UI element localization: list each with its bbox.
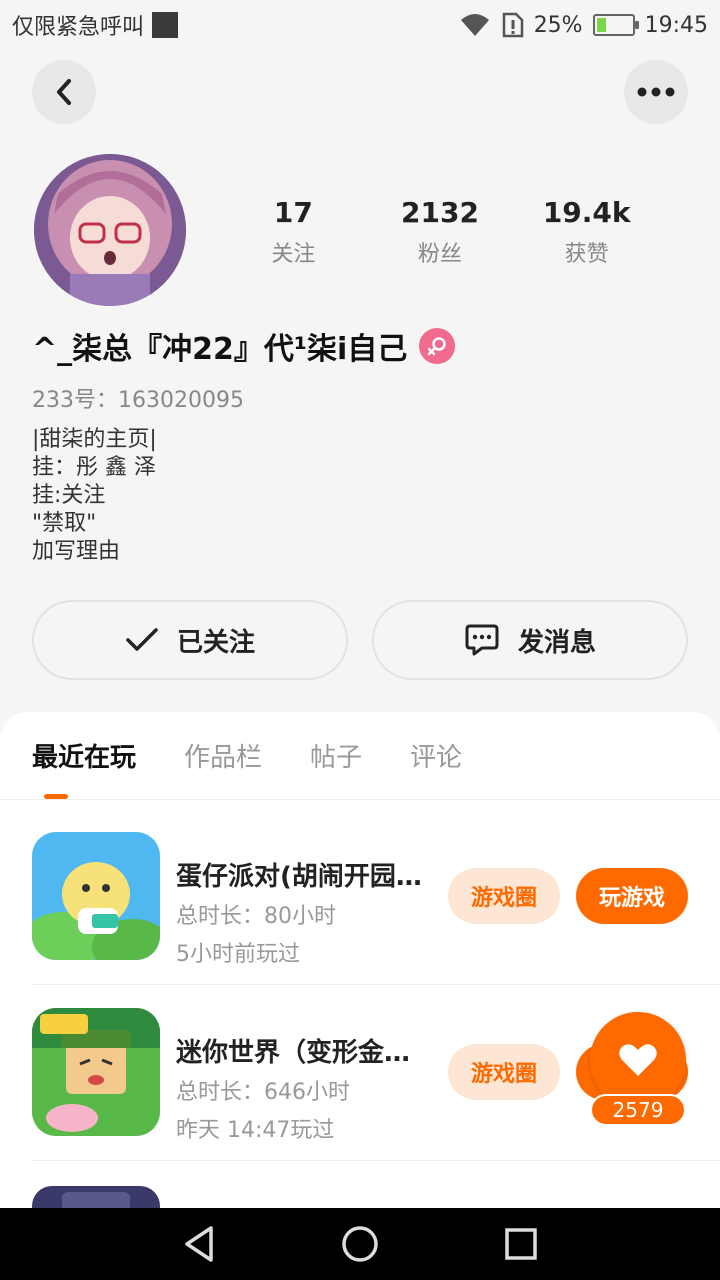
stat-label: 粉丝: [418, 242, 463, 267]
tab-works[interactable]: 作品栏: [184, 712, 262, 800]
row-divider: [32, 1160, 720, 1161]
nav-home-icon[interactable]: [340, 1224, 380, 1264]
send-message-label: 发消息: [517, 627, 596, 658]
wifi-icon: [460, 14, 489, 36]
game-title: 蛋仔派对(胡闹开园…: [176, 862, 422, 892]
female-gender-icon: [419, 328, 456, 364]
back-button[interactable]: [32, 60, 96, 124]
play-game-button[interactable]: 玩游戏: [576, 868, 688, 924]
stat-following[interactable]: 17 关注: [220, 196, 367, 268]
game-circle-button[interactable]: 游戏圈: [448, 1044, 560, 1100]
tab-comments[interactable]: 评论: [410, 712, 462, 800]
bio-line: |甜柒的主页|: [32, 427, 157, 452]
tab-recently-played[interactable]: 最近在玩: [32, 712, 136, 800]
stat-likes[interactable]: 19.4k 获赞: [513, 196, 660, 268]
followed-label: 已关注: [176, 627, 255, 658]
stat-value: 19.4k: [542, 196, 631, 229]
game-icon-eggy-party[interactable]: [32, 832, 160, 960]
tab-label: 作品栏: [184, 743, 263, 773]
game-row[interactable]: 蛋仔派对(胡闹开园… 总时长：80小时 5小时前玩过 游戏圈 玩游戏: [0, 808, 720, 984]
game-icon-mini-world[interactable]: [32, 1008, 160, 1136]
more-button[interactable]: [624, 60, 688, 124]
bio-line: "禁取": [32, 511, 97, 536]
row-divider: [32, 984, 720, 985]
profile-stats: 17 关注 2132 粉丝 19.4k 获赞: [220, 196, 660, 268]
avatar-image: [34, 154, 186, 306]
stat-label: 获赞: [564, 242, 609, 267]
tab-indicator: [44, 794, 68, 799]
chat-bubble-icon: [465, 624, 499, 656]
game-last-played: 昨天 14:47玩过: [176, 1118, 335, 1143]
nav-back-icon[interactable]: [181, 1224, 217, 1264]
battery-icon: [592, 14, 639, 36]
stat-followers[interactable]: 2132 粉丝: [367, 196, 514, 268]
status-right: 25% 19:45: [458, 12, 708, 38]
more-dots-icon: [637, 87, 675, 97]
heart-icon: [619, 1044, 657, 1076]
nav-recents-icon[interactable]: [503, 1226, 539, 1262]
game-title: 迷你世界（变形金…: [176, 1038, 411, 1068]
tab-label: 评论: [410, 743, 463, 773]
carrier-text: 仅限紧急呼叫: [12, 15, 145, 40]
game-icon-partial[interactable]: [32, 1186, 160, 1208]
sim-alert-icon: [502, 12, 523, 38]
game-last-played: 5小时前玩过: [176, 942, 300, 967]
stat-value: 17: [273, 196, 313, 229]
user-id: 233号：163020095: [32, 388, 244, 413]
checkmark-icon: [126, 628, 158, 651]
battery-fill: [596, 18, 606, 32]
tab-label: 帖子: [310, 743, 363, 773]
bio-line: 加写理由: [32, 539, 121, 564]
floating-like-button[interactable]: 2579: [590, 1012, 686, 1126]
username: ^_柒总『冲22』代¹柒i自己: [32, 332, 408, 367]
bio: |甜柒的主页| 挂：彤 鑫 泽 挂:关注 "禁取" 加写理由: [32, 426, 157, 566]
content-card: 最近在玩 作品栏 帖子 评论 蛋仔派对(胡闹开园… 总时长：80小时 5小时前玩…: [0, 712, 720, 1208]
tab-bar: 最近在玩 作品栏 帖子 评论: [0, 712, 720, 800]
tab-label: 最近在玩: [32, 743, 137, 773]
send-message-button[interactable]: 发消息: [372, 600, 688, 680]
battery-percent: 25%: [533, 12, 583, 38]
bio-line: 挂：彤 鑫 泽: [32, 455, 156, 480]
bio-line: 挂:关注: [32, 483, 106, 508]
tab-posts[interactable]: 帖子: [310, 712, 362, 800]
username-row: ^_柒总『冲22』代¹柒i自己: [32, 324, 456, 368]
system-nav-bar: [0, 1208, 720, 1280]
game-duration: 总时长：80小时: [176, 904, 336, 929]
status-left: 仅限紧急呼叫: [12, 9, 179, 41]
avatar[interactable]: [34, 154, 186, 306]
followed-button[interactable]: 已关注: [32, 600, 348, 680]
stat-label: 关注: [271, 242, 316, 267]
status-bar: 仅限紧急呼叫 25% 19:45: [0, 0, 720, 50]
stat-value: 2132: [401, 196, 479, 229]
clock: 19:45: [644, 12, 708, 38]
game-duration: 总时长：646小时: [176, 1080, 350, 1105]
chevron-left-icon: [57, 79, 71, 105]
notification-icon: [152, 12, 179, 38]
like-count: 2579: [590, 1094, 686, 1126]
game-circle-button[interactable]: 游戏圈: [448, 868, 560, 924]
